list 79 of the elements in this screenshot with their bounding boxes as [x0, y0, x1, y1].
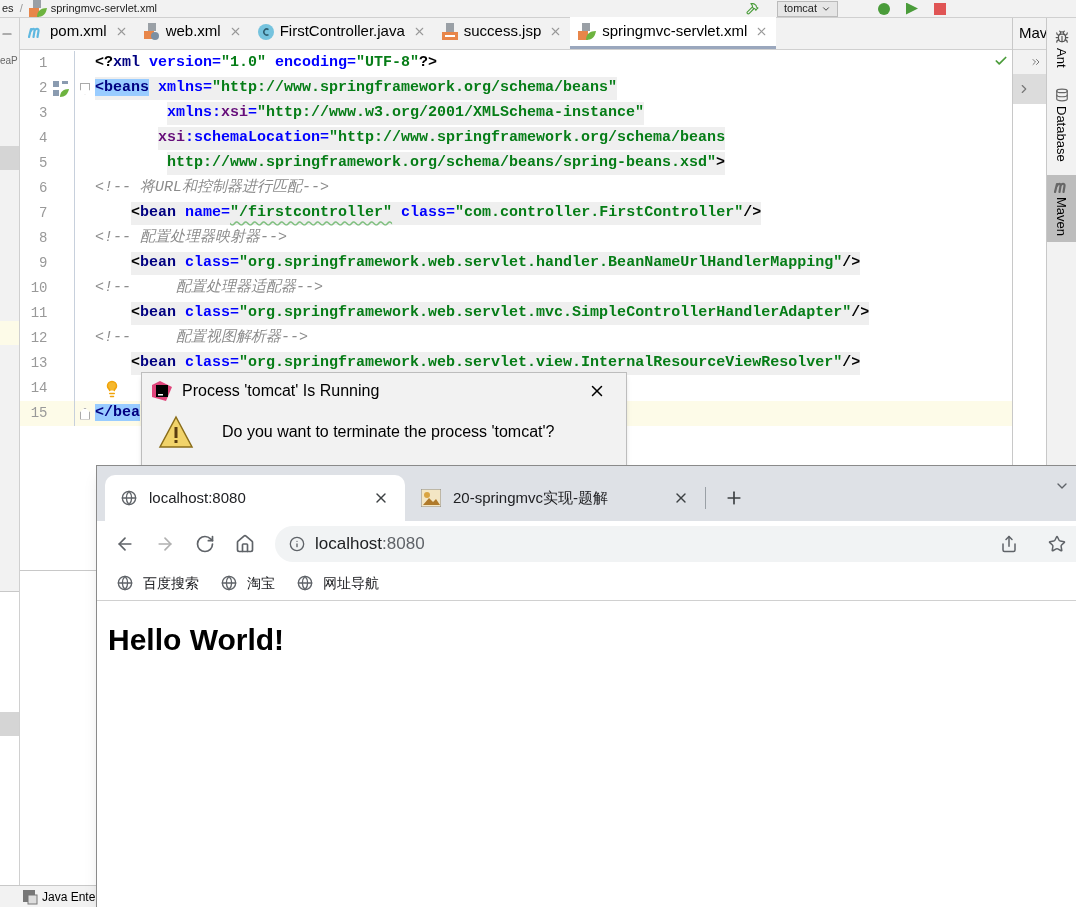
hammer-icon[interactable]: [746, 2, 759, 15]
browser-tab[interactable]: localhost:8080: [105, 475, 405, 521]
spring-xml-icon: [578, 22, 597, 41]
globe-icon: [297, 575, 313, 591]
browser-tab[interactable]: 20-springmvc实现-题解: [405, 475, 705, 521]
window-icon: [22, 888, 38, 905]
code-text: http://www.springframework.org/schema/beans/spring-beans.xsd">: [167, 152, 726, 175]
side-tab[interactable]: Maven: [1047, 175, 1076, 243]
bug-icon: [1054, 30, 1069, 44]
line-number: 8: [38, 229, 48, 248]
code-text: xsi:schemaLocation="http://www.springframework.org/schema/beans: [158, 127, 726, 150]
share-icon[interactable]: [1000, 534, 1018, 553]
fold-marker[interactable]: [80, 82, 90, 95]
line-number: 10: [29, 279, 48, 298]
bookmark[interactable]: 淘宝: [221, 572, 275, 594]
info-icon[interactable]: [289, 535, 305, 552]
project-item[interactable]: eaP: [0, 56, 19, 66]
code-text: <bean name="/firstcontroller" class="com.controller.FirstController"/>: [131, 202, 762, 225]
breadcrumb-item[interactable]: springmvc-servlet.xml: [50, 0, 158, 17]
line-number: 14: [29, 379, 48, 398]
code-text: <bean class="org.springframework.web.servlet.handler.BeanNameUrlHandlerMapping"/>: [131, 252, 861, 275]
code-text: <!-- 将URL和控制器进行匹配-->: [95, 177, 330, 199]
breadcrumb-item[interactable]: es: [2, 0, 14, 17]
code-text: <beans xmlns="http://www.springframework.org/schema/beans": [95, 77, 618, 100]
tool-window-title: Mav: [1019, 23, 1048, 44]
code-text: <?xml version="1.0" encoding="UTF-8"?>: [95, 53, 438, 74]
run-config-dropdown[interactable]: tomcat: [777, 0, 838, 17]
line-number: 9: [38, 254, 48, 273]
line-number: 13: [29, 354, 48, 373]
editor-tab[interactable]: springmvc-servlet.xml: [570, 17, 777, 49]
line-number: 7: [38, 204, 48, 223]
bookmark[interactable]: 百度搜索: [117, 572, 199, 594]
line-number: 3: [38, 104, 48, 123]
line-number: 2: [38, 79, 48, 98]
globe-icon: [117, 575, 133, 591]
code-text: <!-- 配置视图解析器-->: [95, 327, 309, 349]
line-number: 12: [29, 329, 48, 348]
more-icon[interactable]: [1030, 56, 1042, 68]
dialog-message: Do you want to terminate the process 'tomcat'?: [222, 422, 555, 442]
breadcrumb-separator: /: [19, 1, 23, 17]
tool-window-button[interactable]: Java Ente: [42, 887, 96, 906]
line-number: 4: [38, 129, 48, 148]
bookmark[interactable]: 网址导航: [297, 572, 379, 594]
line-number: 6: [38, 179, 48, 198]
code-text: <!-- 配置处理器映射器-->: [95, 227, 287, 249]
xml-file-icon: [143, 22, 160, 41]
editor-tab[interactable]: FirstController.java: [249, 17, 434, 49]
database-icon: [1054, 87, 1069, 102]
line-number: 11: [29, 304, 48, 323]
bean-gutter-icon: [52, 80, 69, 97]
side-tab[interactable]: Ant: [1047, 24, 1076, 74]
code-text: <!-- 配置处理器适配器-->: [95, 277, 324, 299]
app-logo-icon: [152, 381, 172, 401]
home-button[interactable]: [235, 533, 255, 554]
jsp-file-icon: [441, 22, 458, 41]
globe-icon: [221, 575, 237, 591]
editor-tab[interactable]: success.jsp: [433, 17, 571, 49]
class-icon: [257, 23, 274, 40]
stop-icon[interactable]: [934, 2, 946, 15]
code-text: </bea: [95, 403, 140, 424]
spring-xml-icon: [28, 0, 47, 18]
fold-marker[interactable]: [80, 407, 90, 420]
address-bar[interactable]: localhost:8080: [275, 525, 1076, 562]
line-number: 1: [38, 54, 48, 73]
editor-tab[interactable]: web.xml: [135, 17, 250, 49]
warning-icon: [158, 415, 194, 449]
reload-button[interactable]: [195, 533, 215, 554]
dialog-title: Process 'tomcat' Is Running: [182, 381, 380, 401]
globe-icon: [121, 490, 137, 506]
code-text: <bean class="org.springframework.web.servlet.mvc.SimpleControllerHandlerAdapter"/>: [131, 302, 870, 325]
line-number: 15: [29, 404, 48, 423]
bookmark-star-icon[interactable]: [1048, 534, 1066, 553]
side-tab[interactable]: Database: [1047, 81, 1076, 168]
code-text: <bean class="org.springframework.web.servlet.view.InternalResourceViewResolver"/>: [131, 352, 861, 375]
page-heading: Hello World!: [107, 622, 286, 658]
editor-tab[interactable]: pom.xml: [20, 17, 136, 49]
check-icon: [994, 54, 1008, 68]
line-number: 5: [38, 154, 48, 173]
code-text: xmlns:xsi="http://www.w3.org/2001/XMLSchema-instance": [167, 102, 645, 125]
